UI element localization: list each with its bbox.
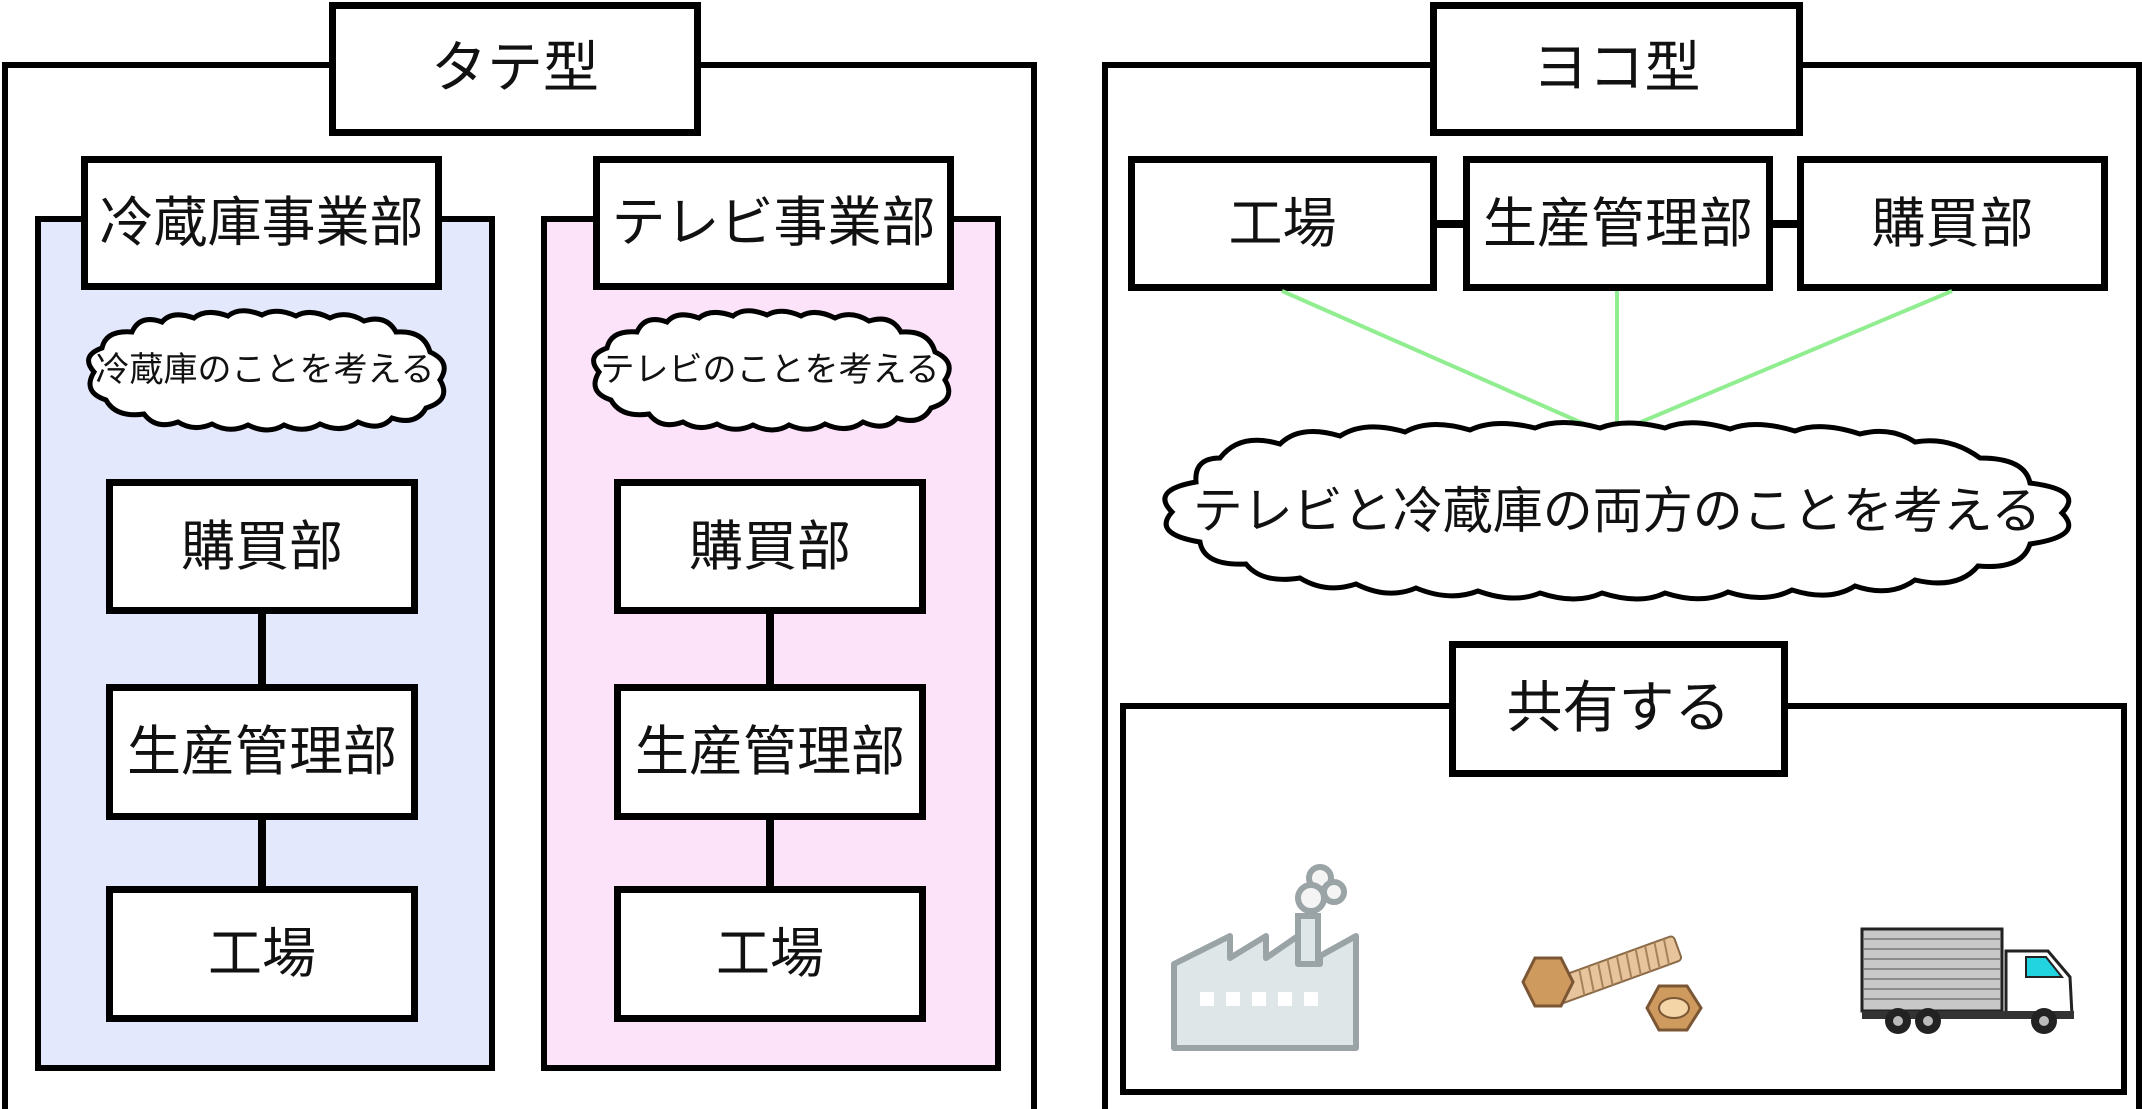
shared-thought-text: テレビと冷蔵庫の両方のことを考える — [1193, 482, 2042, 540]
shared-title: 共有する — [1449, 641, 1788, 777]
bolt-and-nut-icon — [1521, 935, 1703, 1032]
truck-icon — [1860, 927, 2074, 1034]
factory-icon — [1171, 864, 1359, 1051]
shared-thought-cloud: テレビと冷蔵庫の両方のことを考える — [1162, 420, 2072, 602]
